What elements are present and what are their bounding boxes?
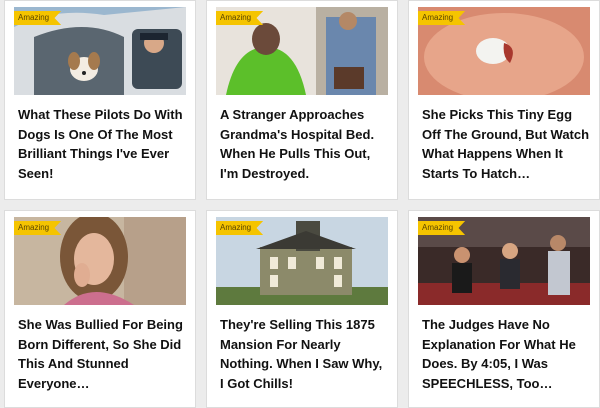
amazing-badge: Amazing xyxy=(14,221,62,235)
article-title[interactable]: The Judges Have No Explanation For What … xyxy=(422,315,591,393)
article-card[interactable]: Amazing What These Pilots Do With Dogs I… xyxy=(4,0,196,200)
article-grid: Amazing What These Pilots Do With Dogs I… xyxy=(0,0,600,408)
amazing-badge: Amazing xyxy=(14,11,62,25)
article-title[interactable]: They're Selling This 1875 Mansion For Ne… xyxy=(220,315,389,393)
article-card[interactable]: Amazing She Picks This Tiny Egg Off The … xyxy=(408,0,600,200)
article-title[interactable]: What These Pilots Do With Dogs Is One Of… xyxy=(18,105,187,183)
article-thumbnail-grandma[interactable]: Amazing xyxy=(216,7,388,95)
amazing-badge: Amazing xyxy=(418,11,466,25)
article-thumbnail-bullied-girl[interactable]: Amazing xyxy=(14,217,186,305)
article-card[interactable]: Amazing A Stranger Approaches Grandma's … xyxy=(206,0,398,200)
amazing-badge: Amazing xyxy=(216,11,264,25)
article-card[interactable]: Amazing She Was Bullied For Being Born D… xyxy=(4,210,196,408)
article-card[interactable]: Amazing They're Selling This 1875 Mansio… xyxy=(206,210,398,408)
amazing-badge: Amazing xyxy=(216,221,264,235)
article-thumbnail-egg[interactable]: Amazing xyxy=(418,7,590,95)
article-title[interactable]: A Stranger Approaches Grandma's Hospital… xyxy=(220,105,389,183)
article-thumbnail-pilots-dog[interactable]: Amazing xyxy=(14,7,186,95)
article-thumbnail-judges[interactable]: Amazing xyxy=(418,217,590,305)
article-thumbnail-mansion[interactable]: Amazing xyxy=(216,217,388,305)
article-title[interactable]: She Was Bullied For Being Born Different… xyxy=(18,315,187,393)
article-title[interactable]: She Picks This Tiny Egg Off The Ground, … xyxy=(422,105,591,183)
amazing-badge: Amazing xyxy=(418,221,466,235)
article-card[interactable]: Amazing The Judges Have No Explanation F… xyxy=(408,210,600,408)
